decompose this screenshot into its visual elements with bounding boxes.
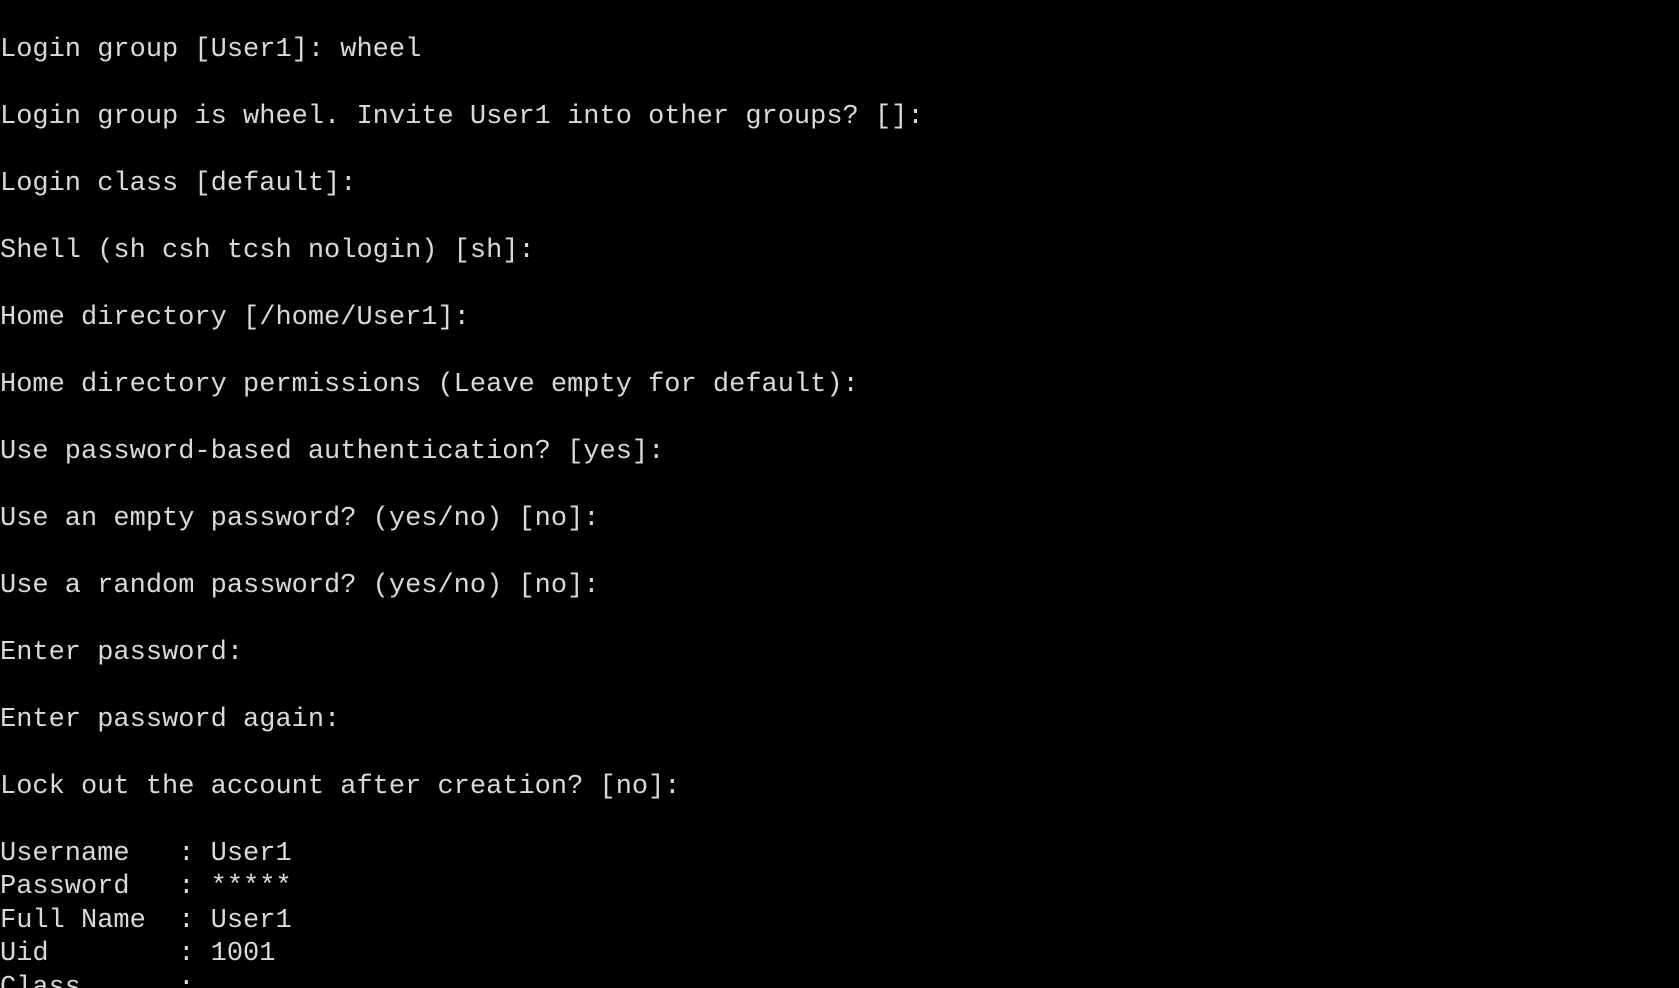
prompt-home-dir: Home directory [/home/User1]: bbox=[0, 302, 1679, 336]
user-input: wheel bbox=[340, 35, 421, 65]
prompt-login-class: Login class [default]: bbox=[0, 168, 1679, 202]
prompt-label: Login group [User1]: bbox=[0, 35, 340, 65]
summary-row: Username : User1 bbox=[0, 838, 1679, 872]
prompt-login-group: Login group [User1]: wheel bbox=[0, 34, 1679, 68]
prompt-pw-auth: Use password-based authentication? [yes]… bbox=[0, 436, 1679, 470]
prompt-lockout: Lock out the account after creation? [no… bbox=[0, 771, 1679, 805]
summary-row: Class : bbox=[0, 972, 1679, 988]
summary-row: Full Name : User1 bbox=[0, 905, 1679, 939]
summary-row: Uid : 1001 bbox=[0, 938, 1679, 972]
prompt-random-pw: Use a random password? (yes/no) [no]: bbox=[0, 570, 1679, 604]
prompt-enter-pw2: Enter password again: bbox=[0, 704, 1679, 738]
summary-row: Password : ***** bbox=[0, 871, 1679, 905]
prompt-enter-pw: Enter password: bbox=[0, 637, 1679, 671]
prompt-shell: Shell (sh csh tcsh nologin) [sh]: bbox=[0, 235, 1679, 269]
terminal[interactable]: Login group [User1]: wheel Login group i… bbox=[0, 0, 1679, 988]
prompt-empty-pw: Use an empty password? (yes/no) [no]: bbox=[0, 503, 1679, 537]
prompt-home-perm: Home directory permissions (Leave empty … bbox=[0, 369, 1679, 403]
prompt-invite-groups: Login group is wheel. Invite User1 into … bbox=[0, 101, 1679, 135]
